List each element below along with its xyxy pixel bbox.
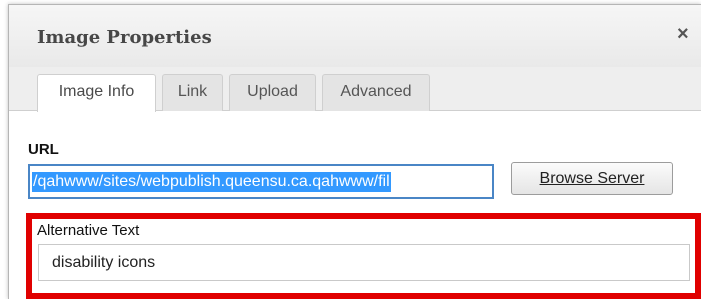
alternative-text-label: Alternative Text [37,222,140,239]
browse-server-button[interactable]: Browse Server [511,162,673,195]
dialog-titlebar: Image Properties × [9,5,701,67]
tab-advanced[interactable]: Advanced [322,74,430,111]
url-input[interactable]: /qahwww/sites/webpublish.queensu.ca.qahw… [28,164,494,199]
tab-upload[interactable]: Upload [229,74,316,111]
url-label: URL [28,141,59,158]
tab-link[interactable]: Link [162,74,223,111]
alternative-text-input[interactable]: disability icons [38,244,690,281]
close-icon[interactable]: × [677,23,689,46]
tab-image-info[interactable]: Image Info [37,74,156,112]
dialog-title: Image Properties [37,27,212,48]
tab-strip: Image Info Link Upload Advanced [9,67,701,112]
url-input-selected-text: /qahwww/sites/webpublish.queensu.ca.qahw… [32,172,391,192]
